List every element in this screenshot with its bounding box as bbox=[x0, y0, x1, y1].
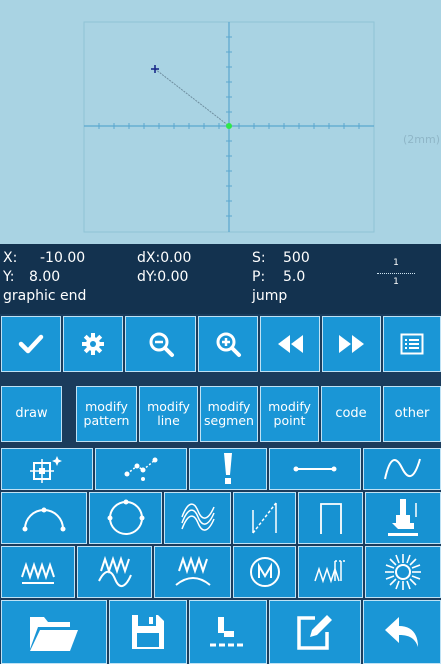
page-indicator: 1 1 bbox=[374, 252, 418, 292]
zigzag-stitch-button[interactable] bbox=[1, 546, 75, 598]
y-label: Y: bbox=[3, 269, 15, 285]
edit-pencil-icon bbox=[297, 615, 332, 650]
emergency-stop-button[interactable] bbox=[189, 448, 267, 490]
open-file-button[interactable] bbox=[1, 600, 107, 664]
code-tab[interactable]: code bbox=[321, 386, 381, 442]
fast-forward-button[interactable] bbox=[322, 316, 381, 372]
back-button[interactable] bbox=[363, 600, 441, 664]
other-tab[interactable]: other bbox=[383, 386, 441, 442]
canvas-drawing bbox=[83, 21, 375, 233]
check-icon bbox=[18, 334, 44, 354]
page-divider bbox=[377, 273, 415, 274]
rewind-icon bbox=[278, 335, 303, 353]
offset-line-icon bbox=[251, 502, 277, 534]
floppy-disk-icon bbox=[132, 615, 164, 649]
dx-readout: dX:0.00 bbox=[137, 250, 192, 266]
sewing-needle-icon bbox=[210, 617, 246, 647]
presser-foot-icon bbox=[388, 499, 418, 536]
zigzag-wave-icon bbox=[97, 555, 132, 587]
circle-icon bbox=[107, 499, 144, 535]
zigzag-circle-stitch-button[interactable] bbox=[233, 546, 296, 598]
confirm-button[interactable] bbox=[1, 316, 61, 372]
x-value: -10.00 bbox=[40, 250, 86, 266]
pattern-origin-icon bbox=[30, 456, 62, 483]
folder-icon bbox=[30, 617, 78, 651]
dy-readout: dY:0.00 bbox=[137, 269, 189, 285]
radial-stitch-button[interactable] bbox=[365, 546, 441, 598]
mode-label: jump bbox=[252, 288, 288, 304]
curve-icon bbox=[384, 458, 421, 480]
status-message: graphic end bbox=[3, 288, 87, 304]
list-button[interactable] bbox=[383, 316, 441, 372]
zigzag-circle-icon bbox=[249, 557, 280, 587]
s-value: 500 bbox=[283, 250, 310, 266]
straight-line-button[interactable] bbox=[269, 448, 361, 490]
curve-button[interactable] bbox=[363, 448, 441, 490]
modify-line-tab[interactable]: modify line bbox=[139, 386, 198, 442]
gear-icon bbox=[82, 333, 104, 355]
point-path-icon bbox=[124, 457, 158, 481]
back-arrow-icon bbox=[385, 617, 418, 647]
bracket-button[interactable] bbox=[298, 492, 363, 544]
pattern-canvas[interactable]: (2mm) bbox=[0, 0, 441, 244]
cursor-cross-icon bbox=[151, 65, 159, 73]
zigzag-arc-stitch-button[interactable] bbox=[154, 546, 231, 598]
x-label: X: bbox=[3, 250, 18, 266]
save-button[interactable] bbox=[109, 600, 187, 664]
sew-test-button[interactable] bbox=[189, 600, 267, 664]
modify-pattern-label: modify pattern bbox=[83, 399, 130, 428]
presser-foot-button[interactable] bbox=[365, 492, 441, 544]
modify-segment-label: modify segmen bbox=[204, 399, 254, 428]
radial-burst-icon bbox=[385, 554, 421, 590]
origin-point bbox=[226, 123, 232, 129]
draw-tab[interactable]: draw bbox=[1, 386, 62, 442]
multi-stitch-icon bbox=[313, 560, 347, 584]
draw-label: draw bbox=[15, 406, 48, 421]
point-input-button[interactable] bbox=[95, 448, 187, 490]
offset-line-button[interactable] bbox=[233, 492, 296, 544]
bracket-shape-icon bbox=[319, 503, 342, 534]
multi-sewing-button[interactable] bbox=[298, 546, 363, 598]
page-current: 1 bbox=[393, 258, 399, 268]
scale-label: (2mm) bbox=[403, 133, 441, 146]
circle-button[interactable] bbox=[89, 492, 162, 544]
arc-icon bbox=[22, 507, 66, 532]
fast-forward-icon bbox=[338, 335, 364, 353]
y-value: 8.00 bbox=[29, 269, 61, 285]
modify-point-tab[interactable]: modify point bbox=[260, 386, 319, 442]
zigzag-arc-icon bbox=[174, 555, 211, 586]
zigzag-stitch-icon bbox=[21, 561, 55, 584]
code-label: code bbox=[335, 406, 367, 421]
edit-button[interactable] bbox=[269, 600, 361, 664]
modify-point-label: modify point bbox=[268, 399, 311, 428]
page-total: 1 bbox=[393, 277, 399, 287]
p-label: P: bbox=[252, 269, 266, 285]
rewind-button[interactable] bbox=[260, 316, 320, 372]
zoom-out-button[interactable] bbox=[125, 316, 196, 372]
settings-button[interactable] bbox=[63, 316, 123, 372]
list-icon bbox=[400, 333, 424, 355]
arc-button[interactable] bbox=[1, 492, 87, 544]
exclamation-icon bbox=[224, 453, 232, 484]
zigzag-curve-stitch-button[interactable] bbox=[77, 546, 152, 598]
pattern-origin-button[interactable] bbox=[1, 448, 93, 490]
jump-path bbox=[154, 68, 230, 127]
zigzag-curve-button[interactable] bbox=[164, 492, 231, 544]
modify-segment-tab[interactable]: modify segmen bbox=[200, 386, 258, 442]
wave-stitch-icon bbox=[180, 503, 215, 531]
modify-line-label: modify line bbox=[147, 399, 190, 428]
s-label: S: bbox=[252, 250, 266, 266]
modify-pattern-tab[interactable]: modify pattern bbox=[76, 386, 137, 442]
zoom-out-icon bbox=[149, 332, 174, 357]
straight-line-icon bbox=[293, 466, 337, 472]
sewing-pattern-screen: (2mm) X: -10.00 dX:0.00 S: 500 Y: 8.00 d… bbox=[0, 0, 441, 664]
zoom-in-icon bbox=[216, 332, 241, 357]
zoom-in-button[interactable] bbox=[198, 316, 258, 372]
p-value: 5.0 bbox=[283, 269, 306, 285]
other-label: other bbox=[394, 406, 430, 421]
